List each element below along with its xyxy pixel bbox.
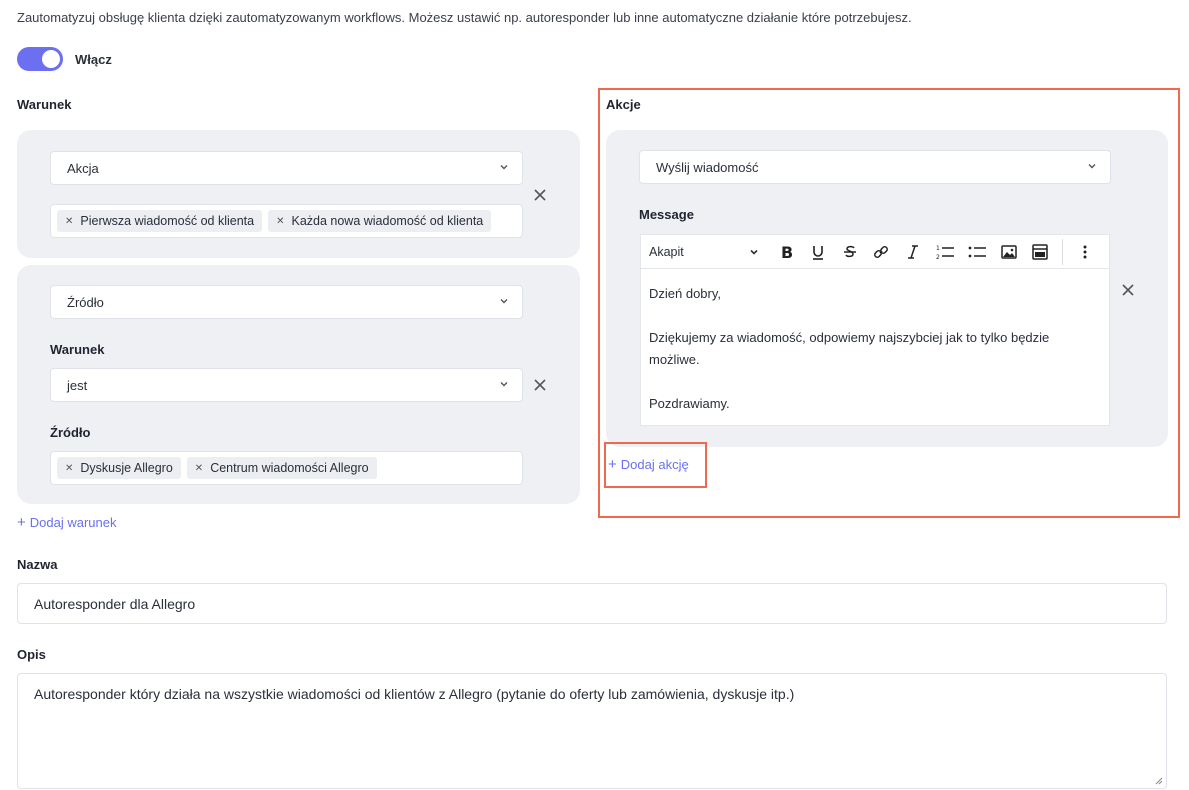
tag-remove-icon[interactable]: ✕ — [195, 463, 203, 474]
underline-button[interactable] — [802, 238, 834, 266]
tag-remove-icon[interactable]: ✕ — [65, 463, 73, 474]
chevron-down-icon — [1088, 164, 1096, 169]
chevron-down-icon — [500, 382, 508, 387]
condition-source-values-label: Źródło — [50, 425, 91, 440]
message-line — [649, 371, 1101, 393]
toolbar-separator — [1062, 238, 1064, 265]
description-textarea[interactable]: Autoresponder który działa na wszystkie … — [17, 673, 1167, 789]
add-action-link[interactable]: + Dodaj akcję — [608, 456, 689, 473]
message-line: Dzień dobry, — [649, 286, 722, 301]
more-vertical-icon — [1083, 245, 1087, 258]
message-label: Message — [639, 207, 694, 222]
more-options-button[interactable] — [1069, 238, 1101, 266]
condition-card-2: Źródło Warunek jest Źródło ✕ Dyskusje All… — [17, 265, 580, 504]
action-type-select[interactable]: Wyślij wiadomość — [639, 150, 1111, 184]
actions-title: Akcje — [606, 97, 641, 112]
toggle-knob — [42, 50, 60, 68]
condition-operator-select[interactable]: jest — [50, 368, 523, 402]
bullet-list-button[interactable] — [961, 238, 993, 266]
numbered-list-icon: 12 — [936, 245, 955, 261]
plus-icon: + — [608, 456, 617, 473]
paragraph-format-value: Akapit — [649, 244, 684, 259]
remove-condition-2-close-icon[interactable] — [532, 377, 548, 393]
action-type-value: Wyślij wiadomość — [656, 159, 759, 175]
message-line — [649, 305, 1101, 327]
intro-text: Zautomatyzuj obsługę klienta dzięki zaut… — [17, 10, 912, 25]
chevron-down-icon — [500, 165, 508, 170]
tag-remove-icon[interactable]: ✕ — [276, 216, 284, 227]
condition-trigger-multiselect[interactable]: ✕ Pierwsza wiadomość od klienta ✕ Każda no… — [50, 204, 523, 238]
message-line: Pozdrawiamy. — [649, 396, 730, 411]
tag-remove-icon[interactable]: ✕ — [65, 216, 73, 227]
strikethrough-button[interactable] — [834, 238, 866, 266]
resize-grip-icon[interactable] — [1155, 777, 1163, 785]
plus-icon: + — [17, 514, 26, 531]
description-label: Opis — [17, 647, 46, 662]
bullet-list-icon — [968, 246, 986, 257]
conditions-title: Warunek — [17, 97, 72, 112]
condition-card-1: Akcja ✕ Pierwsza wiadomość od klienta ✕ Ka… — [17, 130, 580, 258]
condition-source-select[interactable]: Źródło — [50, 285, 523, 319]
remove-condition-1-close-icon[interactable] — [532, 187, 548, 203]
tag-every-new-message[interactable]: ✕ Każda nowa wiadomość od klienta — [268, 210, 492, 232]
add-action-label: Dodaj akcję — [620, 457, 689, 472]
condition-type-select[interactable]: Akcja — [50, 151, 523, 185]
description-value: Autoresponder który działa na wszystkie … — [34, 686, 795, 702]
remove-action-close-icon[interactable] — [1120, 282, 1136, 298]
link-button[interactable] — [866, 238, 898, 266]
svg-text:2: 2 — [936, 254, 940, 261]
link-icon — [874, 245, 889, 258]
enable-toggle-label: Włącz — [75, 51, 112, 67]
numbered-list-button[interactable]: 12 — [929, 238, 961, 266]
strikethrough-icon — [843, 245, 856, 257]
name-label: Nazwa — [17, 557, 58, 572]
image-button[interactable] — [993, 238, 1025, 266]
svg-text:1: 1 — [936, 245, 940, 252]
underline-icon — [812, 245, 823, 260]
message-editor[interactable]: Dzień dobry, Dziękujemy za wiadomość, od… — [640, 268, 1110, 426]
message-line: Dziękujemy za wiadomość, odpowiemy najsz… — [649, 330, 1050, 367]
html-embed-button[interactable] — [1024, 238, 1056, 266]
enable-toggle[interactable] — [17, 47, 63, 71]
add-condition-label: Dodaj warunek — [29, 515, 117, 530]
html-embed-icon — [1032, 243, 1049, 260]
tag-first-message[interactable]: ✕ Pierwsza wiadomość od klienta — [57, 210, 263, 232]
condition-operator-label: Warunek — [50, 342, 105, 357]
tag-allegro-message-center[interactable]: ✕ Centrum wiadomości Allegro — [186, 457, 377, 479]
name-value: Autoresponder dla Allegro — [34, 595, 196, 612]
condition-operator-value: jest — [67, 377, 88, 393]
chevron-down-icon — [500, 299, 508, 304]
editor-toolbar: Akapit B 12 — [640, 234, 1110, 268]
paragraph-format-select[interactable]: Akapit — [649, 245, 770, 259]
chevron-down-icon — [750, 249, 758, 255]
italic-button[interactable] — [897, 238, 929, 266]
condition-type-value: Akcja — [67, 160, 99, 176]
bold-button[interactable]: B — [770, 238, 802, 266]
tag-label: Każda nowa wiadomość od klienta — [291, 214, 484, 228]
italic-icon — [908, 244, 919, 259]
add-condition-link[interactable]: + Dodaj warunek — [17, 514, 116, 531]
tag-label: Centrum wiadomości Allegro — [210, 461, 369, 475]
bold-icon: B — [781, 243, 793, 261]
svg-text:B: B — [781, 243, 793, 261]
condition-source-multiselect[interactable]: ✕ Dyskusje Allegro ✕ Centrum wiadomości Al… — [50, 451, 523, 485]
image-icon — [1000, 244, 1017, 259]
name-input[interactable]: Autoresponder dla Allegro — [17, 583, 1167, 624]
condition-source-value: Źródło — [67, 294, 104, 310]
tag-label: Dyskusje Allegro — [80, 461, 173, 475]
enable-toggle-row: Włącz — [17, 47, 112, 71]
tag-label: Pierwsza wiadomość od klienta — [80, 214, 255, 228]
tag-allegro-discussions[interactable]: ✕ Dyskusje Allegro — [57, 457, 181, 479]
